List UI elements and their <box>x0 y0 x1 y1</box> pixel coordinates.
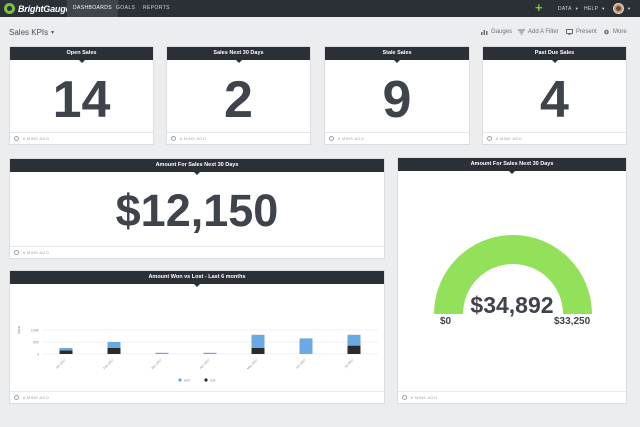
bar-won <box>203 352 217 354</box>
legend-marker-lost <box>204 378 208 382</box>
clock-icon <box>14 136 19 141</box>
gauge-arc <box>434 235 592 314</box>
dashboard-title[interactable]: Sales KPIs ▼ <box>9 28 55 37</box>
gauges-button[interactable]: Gauges <box>481 29 512 35</box>
y-tick-label: 50K <box>33 341 40 345</box>
help-menu[interactable]: HELP ▼ <box>584 0 606 17</box>
present-button[interactable]: Present <box>566 29 597 35</box>
widget-title: Open Sales <box>10 47 153 63</box>
y-tick-label: 100K <box>31 329 40 333</box>
clock-icon <box>402 395 407 400</box>
won-lost-chart-widget[interactable]: Amount Won vs Lost - Last 6 months 100K 5… <box>9 270 385 404</box>
bar-won <box>59 348 73 351</box>
avatar[interactable] <box>613 3 624 14</box>
clock-icon <box>14 250 19 255</box>
add-plus-icon[interactable]: + <box>535 1 543 15</box>
updated-time: 6 MINS AGO <box>411 395 438 400</box>
bar-lost <box>59 350 73 354</box>
bar-won <box>107 342 121 348</box>
gauges-label: Gauges <box>491 29 513 35</box>
updated-time: 6 MINS AGO <box>23 250 50 255</box>
widget-footer: 6 MINS AGO <box>10 246 384 258</box>
legend-label-lost: lost <box>210 378 215 382</box>
updated-time: 6 MINS AGO <box>338 136 365 141</box>
present-label: Present <box>576 29 597 35</box>
amount-next-30-value: $12,150 <box>115 185 279 236</box>
chevron-down-icon: ▼ <box>601 6 606 11</box>
bar-won <box>299 338 313 354</box>
nav-tab-reports[interactable]: REPORTS <box>137 0 176 17</box>
bar-lost <box>347 345 361 354</box>
widget-footer: 6 MINS AGO <box>167 132 310 144</box>
gear-icon <box>604 29 609 35</box>
updated-time: 6 MINS AGO <box>496 136 523 141</box>
monitor-icon <box>566 29 573 35</box>
sales-next-30-widget[interactable]: Sales Next 30 Days 2 6 MINS AGO <box>166 46 311 145</box>
clock-icon <box>171 136 176 141</box>
clock-icon <box>487 136 492 141</box>
x-tick-label: Mar 2017 <box>150 358 163 371</box>
amount-gauge-widget[interactable]: Amount For Sales Next 30 Days $34,892 $0… <box>397 157 627 404</box>
help-menu-label: HELP <box>584 6 599 12</box>
dashboard-title-label: Sales KPIs <box>9 28 49 37</box>
chevron-down-icon: ▼ <box>574 6 580 11</box>
bar-won <box>347 334 361 346</box>
bar-chart-icon <box>481 30 488 35</box>
brightgauge-logo-icon <box>4 3 15 14</box>
bar-lost <box>251 348 265 354</box>
legend-label-won: won <box>184 378 190 382</box>
open-sales-widget[interactable]: Open Sales 14 6 MINS AGO <box>9 46 154 145</box>
gauge-min: $0 <box>440 316 452 327</box>
gauge-max: $33,250 <box>554 316 591 327</box>
bar-won <box>251 334 265 348</box>
updated-time: 6 MINS AGO <box>23 136 50 141</box>
gauge-value: $34,892 <box>470 292 554 318</box>
clock-icon <box>14 395 19 400</box>
widget-title: Amount For Sales Next 30 Days <box>10 159 384 175</box>
widget-footer: 6 MINS AGO <box>10 132 153 144</box>
past-due-sales-value: 4 <box>540 71 569 129</box>
past-due-sales-widget[interactable]: Past Due Sales 4 6 MINS AGO <box>482 46 627 145</box>
widget-footer: 6 MINS AGO <box>483 132 626 144</box>
clock-icon <box>329 136 334 141</box>
bar-won <box>155 352 169 354</box>
sales-next-30-value: 2 <box>224 71 253 129</box>
widget-title: Amount Won vs Lost - Last 6 months <box>10 271 384 287</box>
won-lost-chart: 100K 50K 0 Value Jan 2017 Feb 2017 Mar 2017 Apr… <box>17 326 378 382</box>
logo-text: BrightGauge <box>18 3 71 14</box>
stale-sales-value: 9 <box>382 71 412 129</box>
filter-icon <box>518 29 525 35</box>
x-tick-label: Feb 2017 <box>102 358 115 371</box>
x-tick-label: Jun 2017 <box>295 358 307 370</box>
add-filter-button[interactable]: Add A Filter <box>518 29 559 35</box>
top-nav: BrightGauge DASHBOARDS GOALS REPORTS + D… <box>0 0 640 17</box>
updated-time: 6 MINS AGO <box>180 136 207 141</box>
more-label: More <box>613 29 627 35</box>
x-tick-label: Jan 2017 <box>55 358 67 370</box>
x-tick-label: Apr 2017 <box>199 358 211 370</box>
widget-title: Past Due Sales <box>483 47 626 63</box>
more-button[interactable]: More <box>603 29 627 35</box>
x-tick-label: May 2017 <box>246 358 259 371</box>
y-axis-label: Value <box>17 326 21 335</box>
data-menu[interactable]: DATA ▼ <box>558 0 579 17</box>
widget-footer: 6 MINS AGO <box>398 391 626 403</box>
data-menu-label: DATA <box>558 6 572 12</box>
chevron-down-icon[interactable]: ▼ <box>627 0 631 17</box>
updated-time: 6 MINS AGO <box>23 395 50 400</box>
amount-next-30-widget[interactable]: Amount For Sales Next 30 Days $12,150 6 … <box>9 158 385 259</box>
bar-lost <box>107 348 121 354</box>
x-tick-label: Jul 2017 <box>343 358 355 370</box>
stale-sales-widget[interactable]: Stale Sales 9 6 MINS AGO <box>324 46 470 145</box>
widget-title: Sales Next 30 Days <box>167 47 310 63</box>
widget-footer: 6 MINS AGO <box>325 132 469 144</box>
chevron-down-icon: ▼ <box>50 30 56 36</box>
add-filter-label: Add A Filter <box>528 29 559 35</box>
widget-footer: 6 MINS AGO <box>10 391 384 403</box>
open-sales-value: 14 <box>52 71 111 129</box>
logo[interactable]: BrightGauge <box>4 2 71 15</box>
y-tick-label: 0 <box>37 353 39 357</box>
widget-title: Stale Sales <box>325 47 469 63</box>
legend-marker-won <box>178 378 182 382</box>
